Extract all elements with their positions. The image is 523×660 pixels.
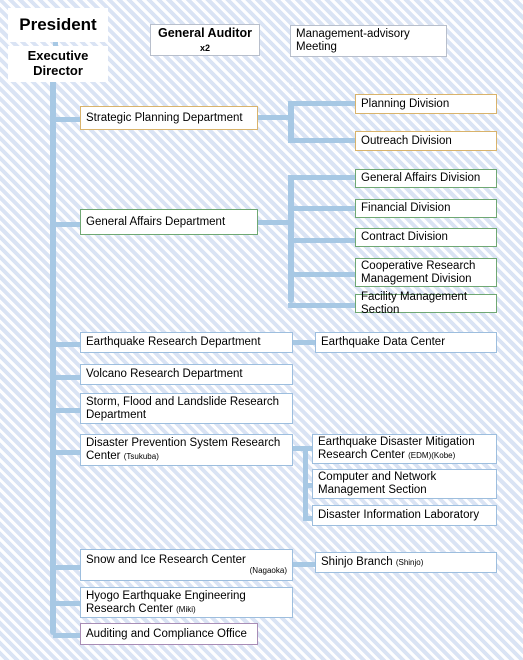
node-earthquake-disaster-mitigation-research-center[interactable]: Earthquake Disaster Mitigation Research … [312,434,497,464]
node-planning-division-label: Planning Division [361,97,450,110]
node-disaster-prevention-system-research-center[interactable]: Disaster Prevention System Research Cent… [80,434,293,466]
connector-strategic-planning-stem [256,115,292,120]
connector-trunk-auditing [53,633,83,638]
node-financial-division-label: Financial Division [361,202,451,215]
org-chart-canvas: President Executive Director General Aud… [0,0,523,660]
connector-cooperative-research-division [288,272,358,277]
connector-trunk-storm-flood-landslide [53,408,83,413]
node-contract-division[interactable]: Contract Division [355,228,497,247]
node-hyogo-location: (Miki) [176,604,196,614]
node-volcano-research-department[interactable]: Volcano Research Department [80,364,293,385]
connector-trunk-earthquake-research [53,342,83,347]
node-cooperative-research-management-division-label: Cooperative Research Management Division [361,259,476,285]
node-executive-director-label: Executive Director [27,48,89,78]
node-shinjo-branch-label: Shinjo Branch (Shinjo) [321,556,424,569]
node-computer-and-network-management-section-label: Computer and Network Management Section [318,471,437,496]
node-hyogo-earthquake-engineering-research-center-label: Hyogo Earthquake Engineering Research Ce… [86,589,246,615]
node-strategic-planning-department-label: Strategic Planning Department [86,111,243,124]
node-earthquake-research-department[interactable]: Earthquake Research Department [80,332,293,353]
node-president[interactable]: President [8,8,108,42]
node-general-affairs-department[interactable]: General Affairs Department [80,209,258,235]
node-shinjo-branch-location: (Shinjo) [395,558,424,568]
connector-trunk-disaster-prevention [53,450,83,455]
node-general-auditor-count: x2 [199,43,210,53]
node-general-affairs-division-label: General Affairs Division [361,172,481,185]
node-general-auditor[interactable]: General Auditor x2 [150,24,260,56]
node-auditing-and-compliance-office[interactable]: Auditing and Compliance Office [80,623,258,645]
node-president-label: President [19,15,97,35]
node-edm-location: (EDM)(Kobe) [408,451,456,460]
connector-trunk-hyogo [53,601,83,606]
node-hyogo-earthquake-engineering-research-center[interactable]: Hyogo Earthquake Engineering Research Ce… [80,587,293,618]
connector-planning-division [288,101,358,106]
connector-earthquake-data-center [291,340,318,345]
connector-strategic-planning-bracket [288,101,294,143]
node-storm-flood-landslide-research-department-label: Storm, Flood and Landslide Research Depa… [86,395,280,421]
connector-trunk-strategic-planning [53,117,83,122]
node-shinjo-branch[interactable]: Shinjo Branch (Shinjo) [315,552,497,573]
connector-trunk-volcano-research [53,375,83,380]
node-general-affairs-department-label: General Affairs Department [86,215,226,228]
node-auditing-and-compliance-office-label: Auditing and Compliance Office [86,627,247,640]
node-snow-and-ice-location: (Nagaoka) [249,565,287,575]
node-facility-management-section-label: Facility Management Section [361,290,468,316]
connector-trunk-snow-and-ice [53,565,83,570]
node-outreach-division-label: Outreach Division [361,134,452,147]
node-outreach-division[interactable]: Outreach Division [355,131,497,151]
node-disaster-information-laboratory-label: Disaster Information Laboratory [318,509,480,522]
connector-outreach-division [288,138,358,143]
connector-shinjo-branch [291,562,318,567]
node-facility-management-section[interactable]: Facility Management Section [355,291,497,316]
connector-trunk-general-affairs [53,222,83,227]
node-general-affairs-division[interactable]: General Affairs Division [355,169,497,188]
node-management-advisory-meeting[interactable]: Management-advisory Meeting [290,25,447,57]
node-earthquake-data-center[interactable]: Earthquake Data Center [315,332,497,353]
connector-general-affairs-stem [256,220,292,225]
node-financial-division[interactable]: Financial Division [355,199,497,218]
connector-facility-management-section [288,303,358,308]
node-disaster-prevention-system-research-center-label: Disaster Prevention System Research Cent… [86,437,281,462]
node-executive-director[interactable]: Executive Director [8,46,108,82]
node-management-advisory-meeting-label: Management-advisory Meeting [296,28,410,53]
node-volcano-research-department-label: Volcano Research Department [86,368,243,381]
node-earthquake-research-department-label: Earthquake Research Department [86,336,261,349]
node-general-auditor-label: General Auditor x2 [158,26,252,53]
connector-financial-division [288,206,358,211]
node-earthquake-data-center-label: Earthquake Data Center [321,336,446,349]
node-edm-research-center-label: Earthquake Disaster Mitigation Research … [318,436,475,461]
node-disaster-information-laboratory[interactable]: Disaster Information Laboratory [312,505,497,526]
node-contract-division-label: Contract Division [361,231,448,244]
connector-disaster-prevention-bracket [303,446,308,518]
node-storm-flood-landslide-research-department[interactable]: Storm, Flood and Landslide Research Depa… [80,393,293,424]
connector-contract-division [288,238,358,243]
node-strategic-planning-department[interactable]: Strategic Planning Department [80,106,258,130]
node-cooperative-research-management-division[interactable]: Cooperative Research Management Division [355,258,497,287]
node-snow-and-ice-research-center[interactable]: Snow and Ice Research Center (Nagaoka) [80,549,293,581]
connector-general-affairs-division [288,175,358,180]
node-disaster-prevention-location: (Tsukuba) [123,452,159,461]
trunk-line [50,60,56,635]
node-planning-division[interactable]: Planning Division [355,94,497,114]
node-computer-and-network-management-section[interactable]: Computer and Network Management Section [312,469,497,499]
